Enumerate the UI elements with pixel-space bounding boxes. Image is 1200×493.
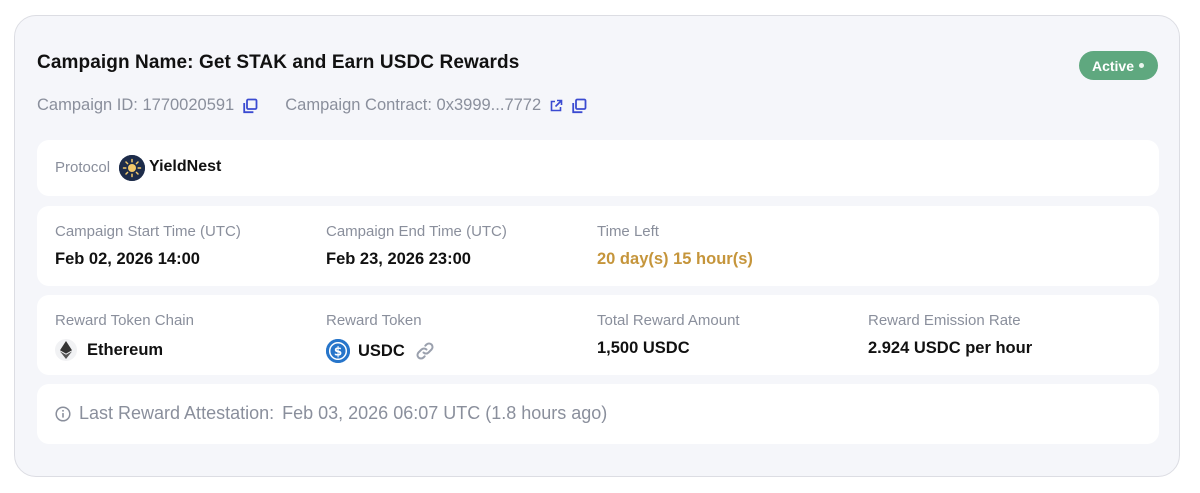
protocol-label: Protocol [55, 159, 111, 176]
start-time-label: Campaign Start Time (UTC) [55, 223, 241, 240]
yieldnest-logo-icon [119, 155, 145, 181]
attestation-panel: Last Reward Attestation: Feb 03, 2026 06… [37, 384, 1159, 444]
end-time-label: Campaign End Time (UTC) [326, 223, 507, 240]
protocol-name[interactable]: YieldNest [149, 158, 221, 176]
usdc-icon: $ [326, 339, 350, 363]
reward-token-label: Reward Token [326, 312, 422, 329]
campaign-card: Campaign Name: Get STAK and Earn USDC Re… [14, 15, 1180, 477]
emission-rate-label: Reward Emission Rate [868, 312, 1021, 329]
reward-chain-row: Ethereum [55, 339, 194, 361]
reward-token-field: Reward Token $ USDC [326, 312, 435, 363]
copy-contract-icon[interactable] [571, 98, 587, 114]
info-icon [55, 405, 71, 422]
total-reward-value: 1,500 USDC [597, 339, 690, 357]
campaign-meta: Campaign ID: 1770020591 Campaign Contrac… [37, 96, 587, 115]
status-dot-icon [1139, 63, 1144, 68]
time-left-label: Time Left [597, 223, 659, 240]
reward-token-value: USDC [358, 341, 405, 360]
campaign-contract: Campaign Contract: 0x3999...7772 [285, 96, 542, 114]
attestation-value: Feb 03, 2026 06:07 UTC (1.8 hours ago) [282, 403, 608, 423]
campaign-id: Campaign ID: 1770020591 [37, 96, 235, 114]
reward-token-row: $ USDC [326, 339, 435, 363]
external-link-icon[interactable] [549, 99, 563, 113]
emission-rate-value: 2.924 USDC per hour [868, 339, 1033, 357]
copy-id-icon[interactable] [242, 98, 258, 114]
reward-panel: Reward Token Chain Ethereum Reward Token [37, 295, 1159, 375]
reward-chain-field: Reward Token Chain Ethereum [55, 312, 194, 361]
end-time-field: Campaign End Time (UTC) Feb 23, 2026 23:… [326, 223, 507, 269]
timing-panel: Campaign Start Time (UTC) Feb 02, 2026 1… [37, 206, 1159, 286]
start-time-field: Campaign Start Time (UTC) Feb 02, 2026 1… [55, 223, 241, 269]
svg-text:$: $ [334, 344, 342, 358]
link-icon[interactable] [415, 341, 435, 361]
total-reward-label: Total Reward Amount [597, 312, 740, 329]
time-left-field: Time Left 20 day(s) 15 hour(s) [597, 223, 753, 269]
end-time-value: Feb 23, 2026 23:00 [326, 250, 471, 268]
time-left-value: 20 day(s) 15 hour(s) [597, 250, 753, 268]
status-badge-label: Active [1091, 57, 1134, 74]
start-time-value: Feb 02, 2026 14:00 [55, 250, 200, 268]
attestation-label: Last Reward Attestation: [79, 403, 275, 423]
campaign-title: Campaign Name: Get STAK and Earn USDC Re… [37, 52, 520, 73]
reward-chain-value: Ethereum [87, 340, 164, 359]
emission-rate-field: Reward Emission Rate 2.924 USDC per hour [868, 312, 1032, 358]
status-badge: Active [1078, 51, 1158, 80]
total-reward-field: Total Reward Amount 1,500 USDC [597, 312, 740, 358]
attestation-row: Last Reward Attestation: Feb 03, 2026 06… [55, 403, 607, 424]
ethereum-icon [55, 339, 77, 361]
reward-chain-label: Reward Token Chain [55, 312, 194, 329]
protocol-panel: Protocol YieldNest [37, 140, 1159, 196]
